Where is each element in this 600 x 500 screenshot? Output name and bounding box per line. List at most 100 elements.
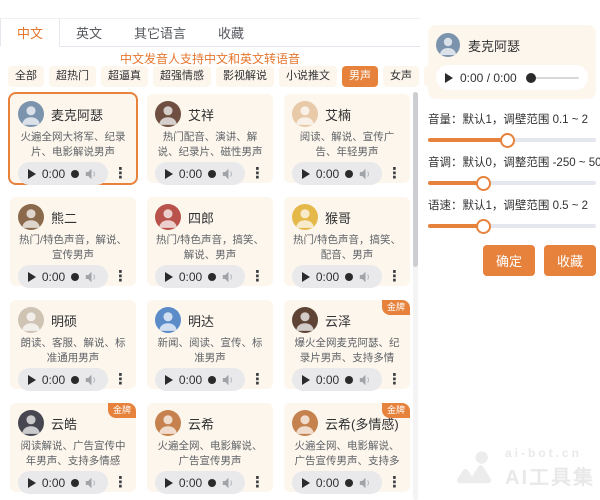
slider-track[interactable] xyxy=(428,138,596,142)
panel-audio-player: 0:00 / 0:00 xyxy=(436,65,588,90)
filter-chip-all[interactable]: 全部 xyxy=(8,66,44,87)
voice-card[interactable]: 明硕 朗读、客服、解说、标准通用男声 0:00 ⋮ xyxy=(8,298,138,391)
avatar xyxy=(155,410,181,436)
volume-icon[interactable] xyxy=(359,374,372,386)
voice-card[interactable]: 明达 新闻、阅读、宣传、标准男声 0:00 ⋮ xyxy=(145,298,275,391)
progress-dot[interactable] xyxy=(345,170,353,178)
progress-dot[interactable] xyxy=(208,376,216,384)
tab-other-languages[interactable]: 其它语言 xyxy=(118,19,202,46)
volume-icon[interactable] xyxy=(85,477,98,489)
voice-name: 艾楠 xyxy=(325,105,351,124)
slider-track[interactable] xyxy=(428,181,596,185)
more-icon[interactable]: ⋮ xyxy=(250,269,265,284)
voice-name: 麦克阿瑟 xyxy=(51,105,103,124)
tab-chinese[interactable]: 中文 xyxy=(0,19,60,47)
progress-dot[interactable] xyxy=(71,479,79,487)
play-icon[interactable] xyxy=(28,478,36,488)
play-icon[interactable] xyxy=(165,375,173,385)
audio-player-pill: 0:00 xyxy=(18,368,108,391)
progress-dot[interactable] xyxy=(208,273,216,281)
voice-card[interactable]: 猴哥 热门/特色声音，搞笑、配音、男声 0:00 ⋮ xyxy=(282,195,412,288)
volume-icon[interactable] xyxy=(222,168,235,180)
volume-icon[interactable] xyxy=(85,168,98,180)
more-icon[interactable]: ⋮ xyxy=(387,475,402,490)
watermark-logo xyxy=(452,449,498,487)
volume-icon[interactable] xyxy=(222,271,235,283)
slider-knob[interactable] xyxy=(476,176,491,191)
player-time: 0:00 xyxy=(316,270,339,284)
play-icon[interactable] xyxy=(302,478,310,488)
progress-dot[interactable] xyxy=(71,376,79,384)
player-time: 0:00 xyxy=(179,373,202,387)
more-icon[interactable]: ⋮ xyxy=(113,166,128,181)
volume-icon[interactable] xyxy=(222,477,235,489)
panel-progress-bar[interactable] xyxy=(526,77,579,79)
volume-icon[interactable] xyxy=(85,271,98,283)
filter-chip-novel-text[interactable]: 小说推文 xyxy=(279,66,337,87)
more-icon[interactable]: ⋮ xyxy=(250,372,265,387)
play-icon[interactable] xyxy=(302,272,310,282)
play-icon[interactable] xyxy=(28,375,36,385)
progress-dot[interactable] xyxy=(345,273,353,281)
tab-english[interactable]: 英文 xyxy=(60,19,118,46)
voice-card[interactable]: 金牌 云皓 阅读解说、广告宣传中年男声、支持多情感 0:00 ⋮ xyxy=(8,401,138,494)
progress-dot[interactable] xyxy=(208,479,216,487)
volume-icon[interactable] xyxy=(85,374,98,386)
volume-icon[interactable] xyxy=(222,374,235,386)
confirm-button[interactable]: 确定 xyxy=(483,245,535,276)
pitch-slider: 音调：默认0，调整范围 -250 ~ 500 xyxy=(428,154,596,185)
progress-dot[interactable] xyxy=(345,376,353,384)
voice-card[interactable]: 麦克阿瑟 火遍全网大将军、纪录片、电影解说男声 0:00 ⋮ xyxy=(8,92,138,185)
more-icon[interactable]: ⋮ xyxy=(387,166,402,181)
tab-favorites[interactable]: 收藏 xyxy=(202,19,260,46)
volume-icon[interactable] xyxy=(359,168,372,180)
play-icon[interactable] xyxy=(165,169,173,179)
voice-card[interactable]: 四郎 热门/特色声音，搞笑、解说、男声 0:00 ⋮ xyxy=(145,195,275,288)
play-icon[interactable] xyxy=(28,169,36,179)
progress-dot[interactable] xyxy=(71,273,79,281)
filter-chip-female-voice[interactable]: 女声 xyxy=(383,66,419,87)
audio-player: 0:00 ⋮ xyxy=(292,368,402,391)
progress-dot[interactable] xyxy=(208,170,216,178)
more-icon[interactable]: ⋮ xyxy=(387,372,402,387)
scrollbar-track[interactable] xyxy=(413,92,418,500)
voice-card[interactable]: 金牌 云希(多情感) 火遍全网、电影解说、广告宣传男声、支持多情感、多角色 0:… xyxy=(282,401,412,494)
filter-chip-male-voice[interactable]: 男声 xyxy=(342,66,378,87)
play-icon[interactable] xyxy=(28,272,36,282)
voice-card[interactable]: 艾楠 阅读、解说、宣传广告、年轻男声 0:00 ⋮ xyxy=(282,92,412,185)
volume-icon[interactable] xyxy=(359,271,372,283)
slider-track[interactable] xyxy=(428,224,596,228)
progress-dot[interactable] xyxy=(71,170,79,178)
voice-card[interactable]: 金牌 云泽 爆火全网麦克阿瑟、纪录片男声、支持多情感、多角色 0:00 ⋮ xyxy=(282,298,412,391)
favorite-button[interactable]: 收藏 xyxy=(544,245,596,276)
slider-knob[interactable] xyxy=(476,219,491,234)
voice-name: 四郎 xyxy=(188,208,214,227)
more-icon[interactable]: ⋮ xyxy=(113,372,128,387)
voice-card[interactable]: 云希 火遍全网、电影解说、广告宣传男声 0:00 ⋮ xyxy=(145,401,275,494)
avatar xyxy=(292,410,318,436)
voice-card[interactable]: 熊二 热门/特色声音，解说、宣传男声 0:00 ⋮ xyxy=(8,195,138,288)
filter-chip-movie-narration[interactable]: 影视解说 xyxy=(216,66,274,87)
audio-player-pill: 0:00 xyxy=(155,368,245,391)
voice-card[interactable]: 艾祥 热门配音、演讲、解说、纪录片、磁性男声 0:00 ⋮ xyxy=(145,92,275,185)
slider-label: 语速：默认1，调壁范围 0.5 ~ 2 xyxy=(428,197,596,213)
play-icon[interactable] xyxy=(302,169,310,179)
filter-chip-super-realistic[interactable]: 超逼真 xyxy=(101,66,148,87)
slider-knob[interactable] xyxy=(500,133,515,148)
volume-icon[interactable] xyxy=(359,477,372,489)
more-icon[interactable]: ⋮ xyxy=(113,475,128,490)
filter-chip-super-hot[interactable]: 超热门 xyxy=(49,66,96,87)
progress-dot[interactable] xyxy=(345,479,353,487)
more-icon[interactable]: ⋮ xyxy=(250,166,265,181)
scrollbar-thumb[interactable] xyxy=(413,92,418,267)
panel-progress-knob[interactable] xyxy=(526,73,536,83)
play-icon[interactable] xyxy=(165,272,173,282)
audio-player: 0:00 ⋮ xyxy=(18,265,128,288)
more-icon[interactable]: ⋮ xyxy=(113,269,128,284)
filter-chip-super-emotional[interactable]: 超强情感 xyxy=(153,66,211,87)
play-icon[interactable] xyxy=(445,73,453,83)
play-icon[interactable] xyxy=(302,375,310,385)
more-icon[interactable]: ⋮ xyxy=(387,269,402,284)
more-icon[interactable]: ⋮ xyxy=(250,475,265,490)
play-icon[interactable] xyxy=(165,478,173,488)
